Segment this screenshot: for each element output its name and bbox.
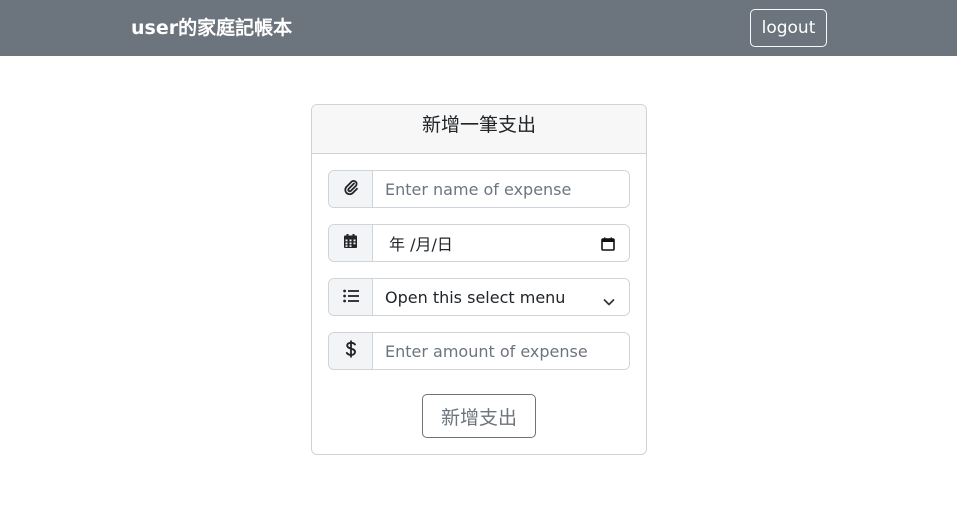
navbar: user的家庭記帳本 logout [0, 0, 957, 56]
expense-amount-group [328, 332, 630, 370]
date-value: 年 /月/日 [389, 235, 453, 254]
brand-title[interactable]: user的家庭記帳本 [131, 15, 292, 41]
add-expense-card: 新增一筆支出 Enter name of expense 年 /月/日 Open… [311, 104, 647, 455]
expense-category-select[interactable]: Open this select menu [373, 279, 629, 315]
expense-name-addon [329, 171, 373, 207]
expense-date-group: 年 /月/日 [328, 224, 630, 262]
dollar-icon [345, 340, 357, 362]
expense-amount-input[interactable] [373, 333, 629, 369]
logout-button[interactable]: logout [750, 9, 827, 47]
list-icon [342, 288, 359, 307]
expense-category-group: Open this select menu [328, 278, 630, 316]
calendar-picker-icon[interactable] [601, 236, 615, 255]
expense-amount-addon [329, 333, 373, 369]
select-value: Open this select menu [385, 287, 566, 307]
expense-name-group [328, 170, 630, 208]
chevron-down-icon [603, 292, 615, 311]
calendar-icon [343, 233, 358, 253]
expense-date-input[interactable]: 年 /月/日 [373, 225, 629, 261]
add-expense-button[interactable]: 新增支出 [422, 394, 536, 438]
paperclip-icon [343, 179, 359, 199]
expense-date-addon [329, 225, 373, 261]
expense-category-addon [329, 279, 373, 315]
expense-name-input[interactable] [373, 171, 629, 207]
card-title: 新增一筆支出 [312, 105, 646, 154]
